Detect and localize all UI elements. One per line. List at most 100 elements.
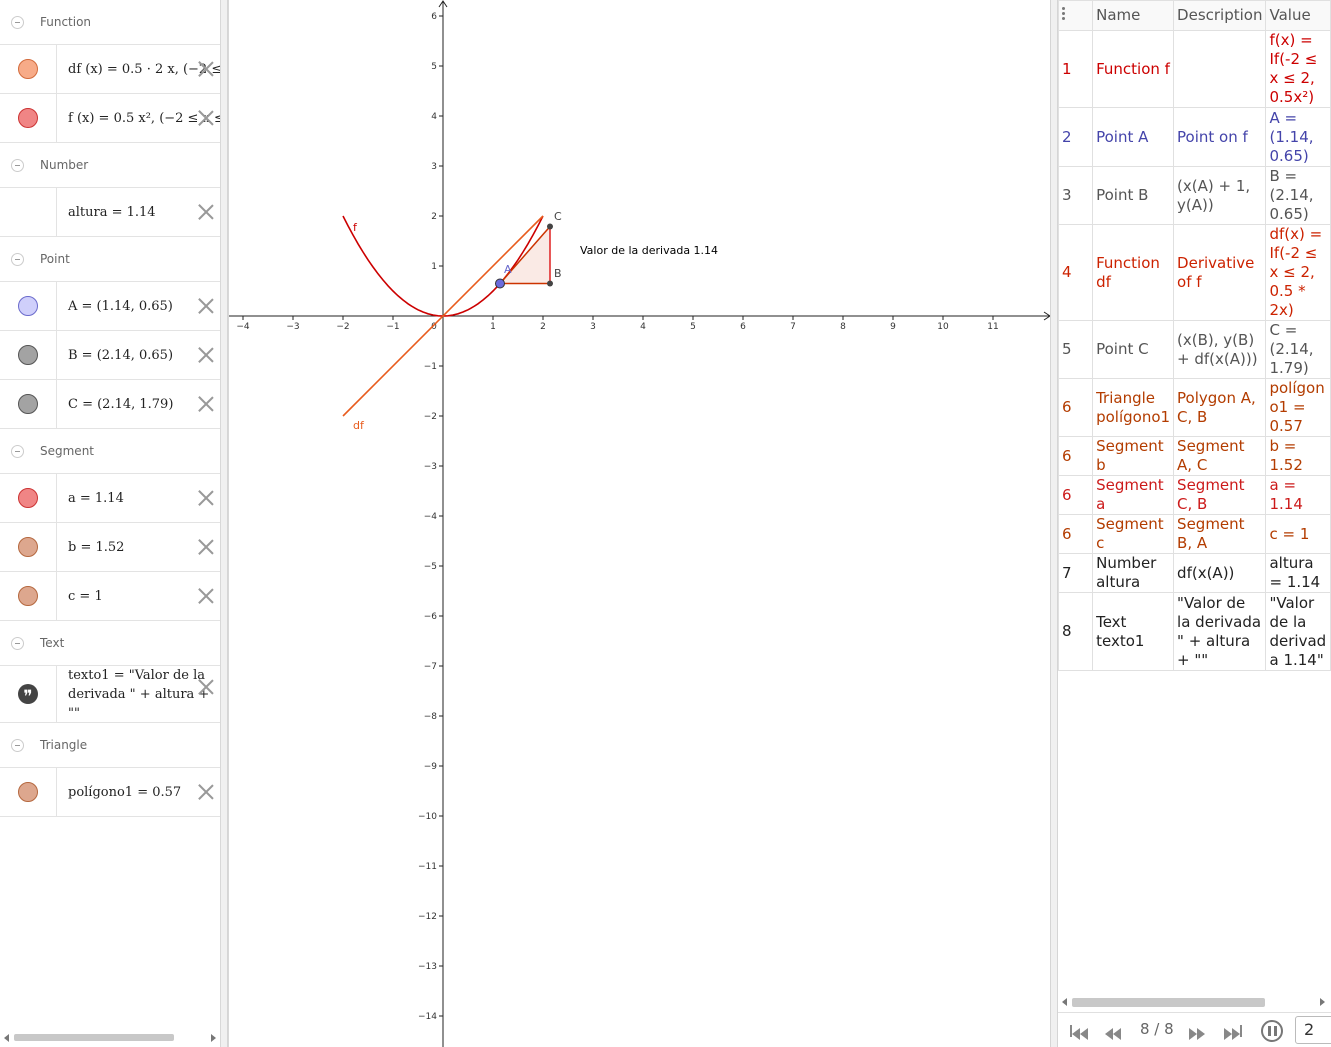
expression-c[interactable]: c = 1 xyxy=(57,587,220,606)
visibility-marble[interactable] xyxy=(18,59,38,79)
delete-icon[interactable] xyxy=(197,489,215,507)
scroll-left-icon[interactable] xyxy=(1062,998,1067,1006)
object-value: b = 1.52 xyxy=(1265,436,1331,476)
algebra-horizontal-scrollbar[interactable] xyxy=(0,1030,220,1044)
expression-C[interactable]: C = (2.14, 1.79) xyxy=(57,395,220,414)
protocol-horizontal-scrollbar[interactable] xyxy=(1058,995,1331,1009)
expression-line: texto1 = "Valor de la xyxy=(68,667,206,683)
scroll-right-icon[interactable] xyxy=(211,1034,216,1042)
collapse-icon[interactable] xyxy=(11,158,24,172)
protocol-row[interactable]: 6 Segment b Segment A, Cb = 1.52 xyxy=(1058,436,1331,476)
delete-icon[interactable] xyxy=(197,346,215,364)
algebra-item-C[interactable]: C = (2.14, 1.79) xyxy=(0,380,220,429)
point-C[interactable] xyxy=(547,223,553,230)
delete-icon[interactable] xyxy=(197,60,215,78)
point-B[interactable] xyxy=(547,280,553,287)
visibility-marble[interactable] xyxy=(18,537,38,557)
group-point[interactable]: Point xyxy=(0,237,220,282)
point-A[interactable] xyxy=(495,278,505,289)
collapse-icon[interactable] xyxy=(11,738,24,752)
algebra-item-f[interactable]: f (x) = 0.5 x², (−2 ≤ x ≤ xyxy=(0,94,220,143)
algebra-item-texto1[interactable]: ❞ texto1 = "Valor de la derivada " + alt… xyxy=(0,666,220,723)
scrollbar-thumb[interactable] xyxy=(1072,998,1265,1007)
visibility-marble[interactable] xyxy=(18,782,38,802)
algebra-item-B[interactable]: B = (2.14, 0.65) xyxy=(0,331,220,380)
delete-icon[interactable] xyxy=(197,783,215,801)
collapse-icon[interactable] xyxy=(11,444,24,458)
protocol-row[interactable]: 4 Function df Derivative of f df(x) = If(-2… xyxy=(1058,224,1331,321)
graphics-view[interactable]: −4 −3 −2 −1 0 1 2 3 4 5 6 7 8 9 10 11 6 5 4 3 2 1 −1 −2 −3 −4 −5 −6… xyxy=(228,0,1051,1047)
pause-icon[interactable] xyxy=(1261,1020,1283,1042)
view-divider[interactable] xyxy=(1050,0,1058,1047)
delete-icon[interactable] xyxy=(197,678,215,696)
expression-poligono1[interactable]: polígono1 = 0.57 xyxy=(57,783,220,802)
delete-icon[interactable] xyxy=(197,587,215,605)
last-step-icon[interactable] xyxy=(1224,1025,1244,1040)
object-name: Point A xyxy=(1092,107,1175,167)
column-menu[interactable] xyxy=(1058,0,1094,31)
visibility-marble[interactable] xyxy=(18,296,38,316)
expression-B[interactable]: B = (2.14, 0.65) xyxy=(57,346,220,365)
protocol-row[interactable]: 8 Text texto1 "Valor de la derivada " + al… xyxy=(1058,592,1331,671)
protocol-row[interactable]: 1 Function f f(x) = If(-2 ≤ x ≤ 2, 0.5x²) xyxy=(1058,30,1331,108)
first-step-icon[interactable] xyxy=(1070,1025,1090,1040)
algebra-item-c[interactable]: c = 1 xyxy=(0,572,220,621)
group-function[interactable]: Function xyxy=(0,0,220,45)
collapse-icon[interactable] xyxy=(11,15,24,29)
expression-df[interactable]: df (x) = 0.5 · 2 x, (−2 ≤ xyxy=(57,60,220,79)
visibility-marble[interactable] xyxy=(18,586,38,606)
visibility-marble[interactable] xyxy=(18,345,38,365)
visibility-marble[interactable] xyxy=(18,488,38,508)
collapse-icon[interactable] xyxy=(11,252,24,266)
previous-step-icon[interactable] xyxy=(1105,1025,1125,1040)
group-number[interactable]: Number xyxy=(0,143,220,188)
protocol-row[interactable]: 6 Segment a Segment C, Ba = 1.14 xyxy=(1058,475,1331,515)
protocol-row[interactable]: 7 Number altura df(x(A)) altura = 1.14 xyxy=(1058,553,1331,593)
delete-icon[interactable] xyxy=(197,109,215,127)
group-segment[interactable]: Segment xyxy=(0,429,220,474)
object-description xyxy=(1173,30,1267,108)
algebra-item-df[interactable]: df (x) = 0.5 · 2 x, (−2 ≤ xyxy=(0,45,220,94)
next-step-icon[interactable] xyxy=(1189,1025,1209,1040)
protocol-row[interactable]: 3 Point B (x(A) + 1, y(A)) B = (2.14, 0.65) xyxy=(1058,166,1331,225)
expression-A[interactable]: A = (1.14, 0.65) xyxy=(57,297,220,316)
protocol-row[interactable]: 2 Point A Point on fA = (1.14, 0.65) xyxy=(1058,107,1331,167)
group-triangle[interactable]: Triangle xyxy=(0,723,220,768)
column-header-name[interactable]: Name xyxy=(1092,0,1175,31)
quote-icon[interactable]: ❞ xyxy=(18,684,38,705)
expression-b[interactable]: b = 1.52 xyxy=(57,538,220,557)
delete-icon[interactable] xyxy=(197,538,215,556)
group-text[interactable]: Text xyxy=(0,621,220,666)
scrollbar-thumb[interactable] xyxy=(14,1034,174,1041)
protocol-row[interactable]: 6 Triangle polígono1 Polygon A, C, Bpolígo… xyxy=(1058,378,1331,437)
graphics-canvas[interactable]: −4 −3 −2 −1 0 1 2 3 4 5 6 7 8 9 10 11 6 5 4 3 2 1 −1 −2 −3 −4 −5 −6… xyxy=(229,0,1051,1047)
speed-input[interactable]: 2 xyxy=(1295,1016,1331,1044)
protocol-row[interactable]: 5 Point C (x(B), y(B) + df(x(A))) C = (2.14… xyxy=(1058,320,1331,379)
algebra-item-A[interactable]: A = (1.14, 0.65) xyxy=(0,282,220,331)
algebra-item-altura[interactable]: altura = 1.14 xyxy=(0,188,220,237)
expression-a[interactable]: a = 1.14 xyxy=(57,489,220,508)
more-vert-icon[interactable] xyxy=(1062,5,1066,22)
derivative-text[interactable]: Valor de la derivada 1.14 xyxy=(580,244,718,257)
scroll-left-icon[interactable] xyxy=(4,1034,9,1042)
column-header-value[interactable]: Value xyxy=(1265,0,1331,31)
expression-f[interactable]: f (x) = 0.5 x², (−2 ≤ x ≤ xyxy=(57,109,220,128)
delete-icon[interactable] xyxy=(197,297,215,315)
visibility-marble[interactable] xyxy=(18,394,38,414)
visibility-marble[interactable] xyxy=(18,108,38,128)
view-divider[interactable] xyxy=(221,0,228,1047)
algebra-item-b[interactable]: b = 1.52 xyxy=(0,523,220,572)
algebra-item-a[interactable]: a = 1.14 xyxy=(0,474,220,523)
scroll-right-icon[interactable] xyxy=(1320,998,1325,1006)
expression-texto1[interactable]: texto1 = "Valor de la derivada " + altur… xyxy=(57,666,220,723)
delete-icon[interactable] xyxy=(197,203,215,221)
delete-icon[interactable] xyxy=(197,395,215,413)
expression-altura[interactable]: altura = 1.14 xyxy=(57,203,220,222)
column-header-description[interactable]: Description xyxy=(1173,0,1267,31)
collapse-icon[interactable] xyxy=(11,636,24,650)
object-name: Text texto1 xyxy=(1092,592,1175,671)
step-number: 6 xyxy=(1058,378,1094,437)
protocol-row[interactable]: 6 Segment c Segment B, Ac = 1 xyxy=(1058,514,1331,554)
object-description: Segment B, A xyxy=(1173,514,1267,554)
algebra-item-poligono1[interactable]: polígono1 = 0.57 xyxy=(0,768,220,817)
